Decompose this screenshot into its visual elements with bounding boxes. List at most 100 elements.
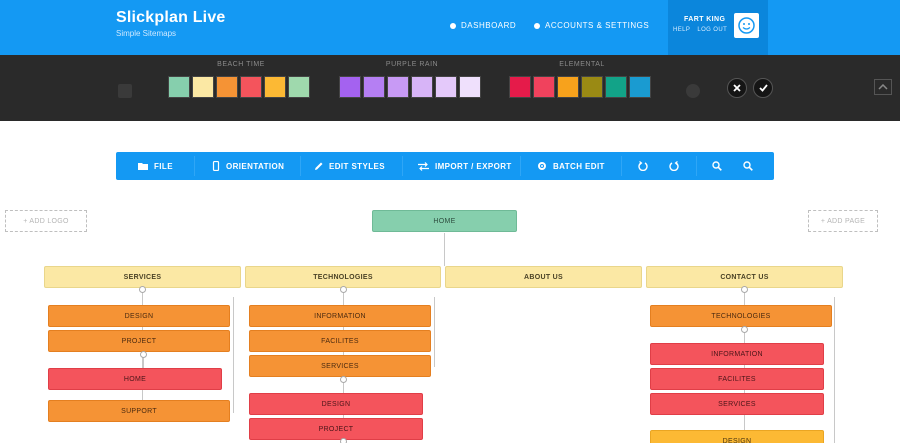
- collapse-palette-button[interactable]: [874, 79, 892, 95]
- nav-accounts-label: ACCOUNTS & SETTINGS: [545, 21, 650, 30]
- sitemap-node[interactable]: PROJECT: [249, 418, 423, 440]
- sitemap-node[interactable]: HOME: [48, 368, 222, 390]
- avatar[interactable]: [734, 13, 759, 38]
- add-page-button[interactable]: + ADD PAGE: [808, 210, 878, 232]
- smiley-face-icon: [738, 17, 755, 34]
- check-icon: [758, 84, 768, 92]
- batch-edit-label: BATCH EDIT: [553, 161, 605, 171]
- swatch[interactable]: [533, 76, 555, 98]
- sitemap-node[interactable]: SERVICES: [650, 393, 824, 415]
- sitemap-node[interactable]: PROJECT: [48, 330, 230, 352]
- add-logo-button[interactable]: + ADD LOGO: [5, 210, 87, 232]
- help-link[interactable]: HELP: [673, 27, 690, 33]
- gears-icon: [538, 162, 546, 170]
- magnifier-icon: [712, 161, 722, 171]
- confirm-button[interactable]: [753, 78, 773, 98]
- swatch[interactable]: [216, 76, 238, 98]
- zoom-out-button[interactable]: [706, 152, 728, 180]
- nav-accounts-settings[interactable]: ACCOUNTS & SETTINGS: [534, 21, 649, 30]
- undo-icon: [638, 161, 648, 171]
- app-title: Slickplan Live: [116, 9, 226, 26]
- import-export-label: IMPORT / EXPORT: [435, 161, 512, 171]
- sitemap-node-technologies[interactable]: TECHNOLOGIES: [245, 266, 441, 288]
- sitemap-node-about-us[interactable]: ABOUT US: [445, 266, 642, 288]
- app-root: Slickplan Live Simple Sitemaps DASHBOARD…: [0, 0, 900, 443]
- app-subtitle: Simple Sitemaps: [116, 29, 177, 38]
- sitemap-node[interactable]: SUPPORT: [48, 400, 230, 422]
- swatch[interactable]: [629, 76, 651, 98]
- main-toolbar: FILE ORIENTATION EDIT STYLES IMPORT / EX…: [116, 152, 774, 180]
- cancel-button[interactable]: [727, 78, 747, 98]
- swatch[interactable]: [240, 76, 262, 98]
- transfer-arrows-icon: [418, 161, 429, 171]
- swatch[interactable]: [605, 76, 627, 98]
- swatch[interactable]: [363, 76, 385, 98]
- sitemap-node[interactable]: INFORMATION: [249, 305, 431, 327]
- undo-button[interactable]: [632, 152, 654, 180]
- swatch[interactable]: [288, 76, 310, 98]
- orientation-button[interactable]: ORIENTATION: [212, 152, 284, 180]
- top-header: Slickplan Live Simple Sitemaps DASHBOARD…: [0, 0, 900, 55]
- sitemap-node-contact-us[interactable]: CONTACT US: [646, 266, 843, 288]
- swatch[interactable]: [264, 76, 286, 98]
- logout-link[interactable]: LOG OUT: [697, 27, 727, 33]
- collapse-toggle-icon[interactable]: [741, 286, 748, 293]
- toolbar-divider: [621, 156, 622, 176]
- brand[interactable]: Slickplan Live Simple Sitemaps: [116, 9, 226, 38]
- bullet-icon: [534, 22, 540, 29]
- redo-icon: [669, 161, 679, 171]
- sitemap-node[interactable]: FACILITES: [249, 330, 431, 352]
- sitemap-node[interactable]: INFORMATION: [650, 343, 824, 365]
- swatch[interactable]: [411, 76, 433, 98]
- swatch-row: [339, 76, 481, 98]
- batch-edit-button[interactable]: BATCH EDIT: [537, 152, 605, 180]
- pencil-icon: [315, 162, 323, 170]
- palette-label: PURPLE RAIN: [385, 61, 439, 68]
- sitemap-node-home[interactable]: HOME: [372, 210, 517, 232]
- zoom-in-button[interactable]: [737, 152, 759, 180]
- redo-button[interactable]: [663, 152, 685, 180]
- swatch[interactable]: [459, 76, 481, 98]
- user-panel: FART KING HELP LOG OUT: [668, 0, 768, 55]
- swatch[interactable]: [509, 76, 531, 98]
- swatch[interactable]: [168, 76, 190, 98]
- ghost-circle-icon: [686, 84, 700, 98]
- user-links: HELP LOG OUT: [673, 27, 732, 33]
- swatch[interactable]: [192, 76, 214, 98]
- magnifier-icon: [743, 161, 753, 171]
- sitemap-node[interactable]: DESIGN: [249, 393, 423, 415]
- swatch[interactable]: [387, 76, 409, 98]
- swatch-row: [509, 76, 651, 98]
- palette-label: BEACH TIME: [217, 61, 265, 68]
- swatch[interactable]: [557, 76, 579, 98]
- bullet-icon: [450, 22, 456, 29]
- file-label: FILE: [154, 161, 173, 171]
- nav-dashboard[interactable]: DASHBOARD: [450, 21, 516, 30]
- collapse-toggle-icon[interactable]: [741, 326, 748, 333]
- swatch[interactable]: [339, 76, 361, 98]
- connector: [142, 252, 746, 253]
- folder-icon: [138, 163, 148, 170]
- swatch[interactable]: [435, 76, 457, 98]
- toolbar-divider: [520, 156, 521, 176]
- edit-styles-button[interactable]: EDIT STYLES: [314, 152, 385, 180]
- sitemap-node[interactable]: DESIGN: [650, 430, 824, 443]
- user-name: FART KING: [684, 16, 726, 23]
- sitemap-node[interactable]: SERVICES: [249, 355, 431, 377]
- collapse-toggle-icon[interactable]: [340, 376, 347, 383]
- sitemap-node[interactable]: DESIGN: [48, 305, 230, 327]
- import-export-button[interactable]: IMPORT / EXPORT: [418, 152, 512, 180]
- collapse-toggle-icon[interactable]: [139, 286, 146, 293]
- connector: [444, 233, 445, 266]
- sitemap-node-services[interactable]: SERVICES: [44, 266, 241, 288]
- orientation-label: ORIENTATION: [226, 161, 285, 171]
- file-menu-button[interactable]: FILE: [138, 152, 173, 180]
- connector: [434, 297, 435, 367]
- collapse-toggle-icon[interactable]: [340, 438, 347, 443]
- collapse-toggle-icon[interactable]: [340, 286, 347, 293]
- toolbar-divider: [300, 156, 301, 176]
- sitemap-node[interactable]: FACILITES: [650, 368, 824, 390]
- sitemap-node[interactable]: TECHNOLOGIES: [650, 305, 832, 327]
- swatch[interactable]: [581, 76, 603, 98]
- collapse-toggle-icon[interactable]: [140, 351, 147, 358]
